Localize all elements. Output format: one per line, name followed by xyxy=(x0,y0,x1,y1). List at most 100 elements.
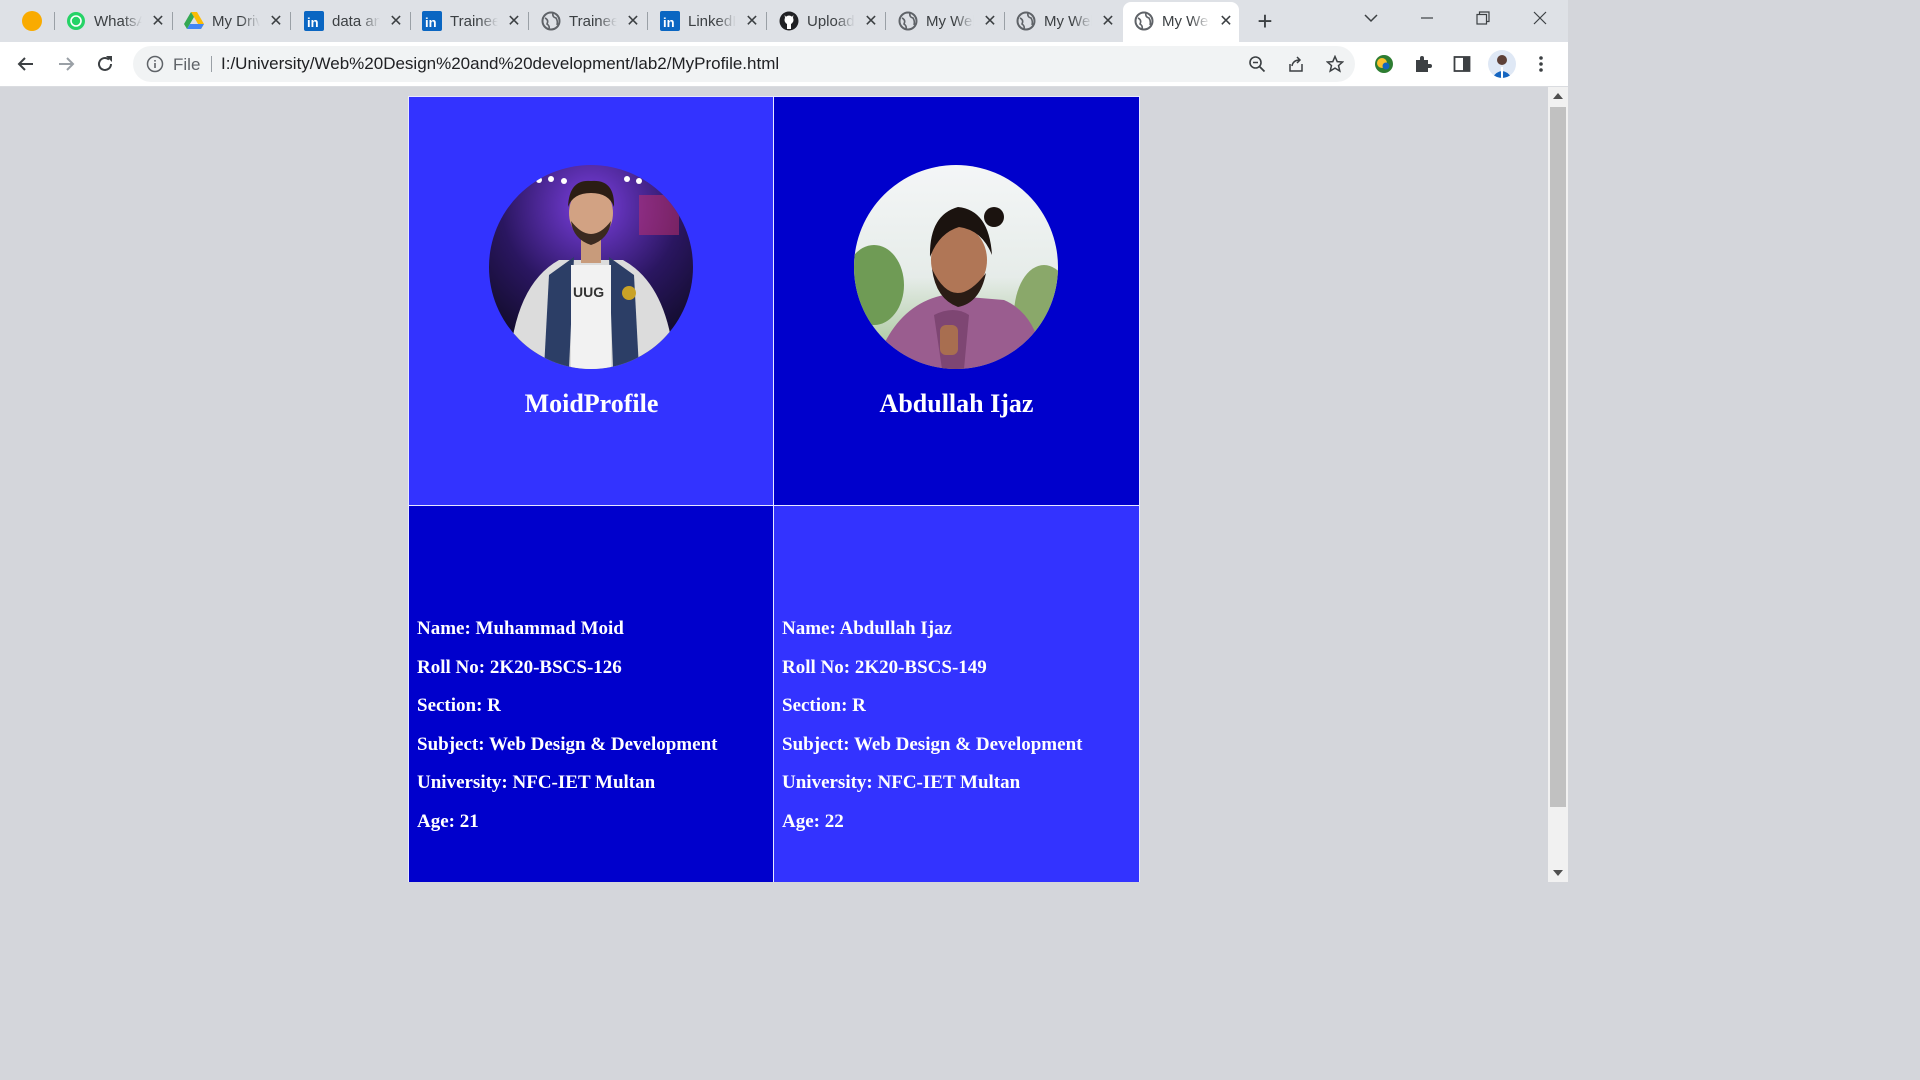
info-subject: Subject: Web Design & Development xyxy=(417,733,718,755)
close-window-icon[interactable] xyxy=(1526,4,1554,32)
scheme-label: File xyxy=(173,55,201,74)
url-text[interactable]: I:/University/Web%20Design%20and%20devel… xyxy=(221,54,779,74)
info-section: Section: R xyxy=(782,695,866,716)
linkedin-icon: in xyxy=(660,11,680,31)
scrollbar-thumb[interactable] xyxy=(1550,107,1566,807)
extension-icon[interactable] xyxy=(1370,50,1398,78)
tab-github[interactable]: Upload ✕ xyxy=(779,6,879,36)
close-icon[interactable]: ✕ xyxy=(982,11,998,31)
tab-linkedin-1[interactable]: in data analyst ✕ xyxy=(304,6,404,36)
scroll-up-arrow-icon[interactable] xyxy=(1553,93,1563,99)
bookmark-star-icon[interactable] xyxy=(1321,50,1349,78)
profile-photo-moid: UUG xyxy=(489,165,693,369)
address-bar[interactable]: File I:/University/Web%20Design%20and%20… xyxy=(133,46,1355,82)
profile-name: MoidProfile xyxy=(524,389,659,418)
tab-label: My Website xyxy=(1044,12,1092,30)
tab-separator xyxy=(172,12,173,30)
reload-icon[interactable] xyxy=(91,50,119,78)
tab-separator xyxy=(647,12,648,30)
close-icon[interactable]: ✕ xyxy=(506,11,522,31)
github-icon xyxy=(779,11,799,31)
info-list: Name: Muhammad Moid Roll No: 2K20-BSCS-1… xyxy=(417,610,717,841)
menu-kebab-icon[interactable] xyxy=(1527,50,1555,78)
tab-label: WhatsApp xyxy=(94,12,142,30)
tab-separator xyxy=(885,12,886,30)
tab-separator xyxy=(54,12,55,30)
close-icon[interactable]: ✕ xyxy=(268,11,284,31)
avatar[interactable] xyxy=(1488,50,1516,78)
tab-label: LinkedIn xyxy=(688,12,736,30)
linkedin-icon: in xyxy=(422,11,442,31)
tab-active[interactable]: My Website ✕ xyxy=(1134,6,1234,36)
new-tab-icon[interactable]: + xyxy=(1251,6,1279,36)
close-icon[interactable]: ✕ xyxy=(1218,11,1234,31)
share-icon[interactable] xyxy=(1282,50,1310,78)
profile-photo-abdullah xyxy=(854,165,1058,369)
info-card-moid: Name: Muhammad Moid Roll No: 2K20-BSCS-1… xyxy=(408,505,775,882)
linkedin-icon: in xyxy=(304,11,324,31)
info-roll-no: Roll No: 2K20-BSCS-126 xyxy=(417,656,622,678)
extensions-puzzle-icon[interactable] xyxy=(1409,50,1437,78)
profile-card-moid: UUG MoidProfile xyxy=(408,96,775,507)
svg-text:UUG: UUG xyxy=(573,284,604,300)
tab-globe-2[interactable]: My Website ✕ xyxy=(898,6,998,36)
profile-indicator-icon[interactable] xyxy=(22,11,42,31)
browser-toolbar: File I:/University/Web%20Design%20and%20… xyxy=(0,42,1568,87)
tab-label: Trainee xyxy=(569,12,617,30)
close-icon[interactable]: ✕ xyxy=(150,11,166,31)
info-icon[interactable] xyxy=(141,50,169,78)
tab-label: My Website xyxy=(1162,12,1210,30)
whatsapp-icon xyxy=(66,11,86,31)
tab-google-drive[interactable]: My Drive ✕ xyxy=(184,6,284,36)
tab-separator xyxy=(410,12,411,30)
info-name: Name: Abdullah Ijaz xyxy=(782,618,952,639)
close-icon[interactable]: ✕ xyxy=(863,11,879,31)
page-viewport: UUG MoidProfile Abdullah Ijaz Name: Muha… xyxy=(0,87,1548,882)
info-roll-no: Roll No: 2K20-BSCS-149 xyxy=(782,656,987,678)
info-section: Section: R xyxy=(417,695,501,716)
tab-globe-3[interactable]: My Website ✕ xyxy=(1016,6,1116,36)
info-age: Age: 22 xyxy=(782,810,844,832)
tab-whatsapp[interactable]: WhatsApp ✕ xyxy=(66,6,166,36)
scroll-down-arrow-icon[interactable] xyxy=(1553,870,1563,876)
globe-icon xyxy=(541,11,561,31)
back-icon[interactable] xyxy=(12,50,40,78)
close-icon[interactable]: ✕ xyxy=(388,11,404,31)
info-university: University: NFC-IET Multan xyxy=(782,772,1021,793)
tab-globe-1[interactable]: Trainee ✕ xyxy=(541,6,641,36)
globe-icon xyxy=(1134,11,1154,31)
tab-linkedin-2[interactable]: in Trainee ✕ xyxy=(422,6,522,36)
tab-strip: WhatsApp ✕ My Drive ✕ in data analyst ✕ … xyxy=(0,0,1568,42)
svg-text:in: in xyxy=(663,15,675,30)
close-icon[interactable]: ✕ xyxy=(1100,11,1116,31)
divider xyxy=(211,56,212,72)
tab-label: Trainee xyxy=(450,12,498,30)
globe-icon xyxy=(1016,11,1036,31)
side-panel-icon[interactable] xyxy=(1448,50,1476,78)
tab-linkedin-3[interactable]: in LinkedIn ✕ xyxy=(660,6,760,36)
google-drive-icon xyxy=(184,11,204,31)
forward-icon[interactable] xyxy=(52,50,80,78)
tab-label: Upload xyxy=(807,12,855,30)
info-university: University: NFC-IET Multan xyxy=(417,772,656,793)
globe-icon xyxy=(898,11,918,31)
profile-name: Abdullah Ijaz xyxy=(879,389,1034,418)
restore-icon[interactable] xyxy=(1469,4,1497,32)
zoom-out-icon[interactable] xyxy=(1243,50,1271,78)
close-icon[interactable]: ✕ xyxy=(744,11,760,31)
info-card-abdullah: Name: Abdullah Ijaz Roll No: 2K20-BSCS-1… xyxy=(773,505,1140,882)
info-name: Name: Muhammad Moid xyxy=(417,618,624,639)
tab-label: data analyst xyxy=(332,12,380,30)
info-list: Name: Abdullah Ijaz Roll No: 2K20-BSCS-1… xyxy=(782,610,1082,841)
minimize-icon[interactable] xyxy=(1413,4,1441,32)
tab-separator xyxy=(766,12,767,30)
tab-separator xyxy=(528,12,529,30)
tab-search-chevron-icon[interactable] xyxy=(1357,4,1385,32)
svg-text:in: in xyxy=(425,15,437,30)
tab-separator xyxy=(1004,12,1005,30)
tab-label: My Drive xyxy=(212,12,260,30)
tab-label: My Website xyxy=(926,12,974,30)
svg-text:in: in xyxy=(307,15,319,30)
close-icon[interactable]: ✕ xyxy=(625,11,641,31)
profile-card-abdullah: Abdullah Ijaz xyxy=(773,96,1140,507)
